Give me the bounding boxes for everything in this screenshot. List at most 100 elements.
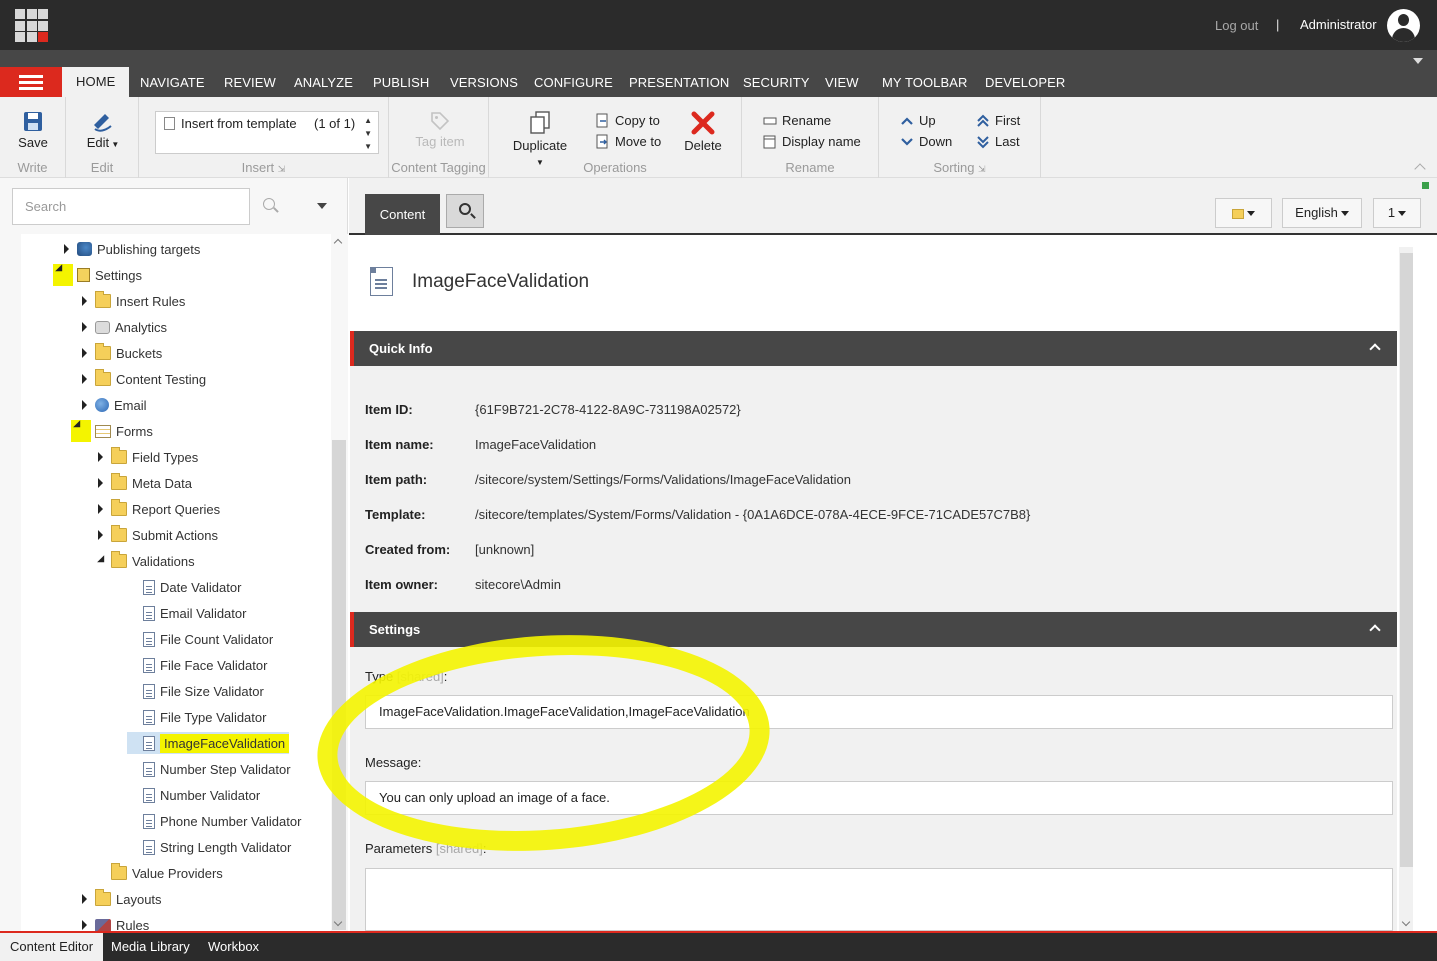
tree-node-label[interactable]: Rules — [116, 918, 149, 932]
tree-node-label[interactable]: Validations — [132, 554, 195, 569]
ribbon-toggle-icon[interactable] — [1413, 58, 1423, 64]
parameters-field-input[interactable] — [365, 868, 1393, 931]
copy-to-button[interactable]: Copy to — [596, 113, 660, 128]
tab-navigate[interactable]: NAVIGATE — [140, 74, 205, 97]
tree-node[interactable]: Phone Number Validator — [127, 810, 301, 832]
tree-node-label[interactable]: Value Providers — [132, 866, 223, 881]
tree-node[interactable]: Number Validator — [127, 784, 260, 806]
tree-node[interactable]: Content Testing — [79, 368, 206, 390]
tree-node-label[interactable]: Date Validator — [160, 580, 241, 595]
tree-node-label[interactable]: Meta Data — [132, 476, 192, 491]
tree-node-label[interactable]: Insert Rules — [116, 294, 185, 309]
collapse-ribbon-icon[interactable] — [1414, 163, 1426, 175]
save-button[interactable]: Save — [17, 111, 49, 150]
tree-node-label[interactable]: File Count Validator — [160, 632, 273, 647]
sort-up-button[interactable]: Up — [900, 113, 936, 128]
tree-node-label[interactable]: Phone Number Validator — [160, 814, 301, 829]
tree-node[interactable]: Analytics — [79, 316, 167, 338]
gutter-options-button[interactable] — [1215, 198, 1272, 228]
tree-node[interactable]: Report Queries — [95, 498, 220, 520]
scrollbar-thumb[interactable] — [1400, 253, 1413, 867]
tab-review[interactable]: REVIEW — [224, 74, 276, 97]
scrollbar-thumb[interactable] — [332, 440, 346, 930]
tree-node[interactable]: Buckets — [79, 342, 162, 364]
tree-node-label[interactable]: Email — [114, 398, 147, 413]
tree-node[interactable]: Insert Rules — [79, 290, 185, 312]
scroll-down-icon[interactable] — [1401, 917, 1411, 927]
tree-search-box[interactable] — [12, 188, 250, 225]
tree-node-label[interactable]: File Size Validator — [160, 684, 264, 699]
tree-node[interactable]: Value Providers — [95, 862, 223, 884]
tree-node-label[interactable]: Publishing targets — [97, 242, 200, 257]
tab-workbox[interactable]: Workbox — [198, 933, 269, 961]
tree-node[interactable]: Meta Data — [95, 472, 192, 494]
tree-node[interactable]: Email — [79, 394, 147, 416]
editor-search-button[interactable] — [446, 194, 484, 228]
search-icon[interactable] — [263, 198, 275, 210]
tree-node[interactable]: ImageFaceValidation — [127, 732, 290, 754]
expand-arrow-icon[interactable] — [79, 893, 91, 905]
tree-node-label[interactable]: Report Queries — [132, 502, 220, 517]
language-selector[interactable]: English — [1282, 198, 1362, 228]
avatar[interactable] — [1387, 9, 1420, 42]
tree-node[interactable]: Submit Actions — [95, 524, 218, 546]
tree-node-label[interactable]: File Type Validator — [160, 710, 266, 725]
tree-node-label[interactable]: Layouts — [116, 892, 162, 907]
message-field-input[interactable]: You can only upload an image of a face. — [365, 781, 1393, 815]
expand-arrow-icon[interactable] — [79, 295, 91, 307]
insert-from-template-option[interactable]: Insert from template — [181, 116, 297, 131]
tree-node[interactable]: Publishing targets — [61, 238, 200, 260]
version-selector[interactable]: 1 — [1373, 198, 1421, 228]
tab-publish[interactable]: PUBLISH — [373, 74, 429, 97]
tree-node[interactable]: Rules — [79, 914, 149, 931]
tree-node[interactable]: Field Types — [95, 446, 198, 468]
tree-node-label[interactable]: Number Validator — [160, 788, 260, 803]
tree-node-label[interactable]: Forms — [116, 424, 153, 439]
tab-view[interactable]: VIEW — [825, 74, 859, 97]
expand-arrow-icon[interactable] — [95, 503, 107, 515]
tab-my-toolbar[interactable]: MY TOOLBAR — [882, 74, 968, 97]
tree-node-label[interactable]: String Length Validator — [160, 840, 291, 855]
collapse-arrow-icon[interactable] — [71, 420, 91, 442]
search-options-dropdown-icon[interactable] — [317, 203, 327, 209]
chevron-up-icon[interactable] — [1369, 343, 1381, 355]
user-name[interactable]: Administrator — [1300, 17, 1377, 32]
tag-item-button[interactable]: Tag item — [415, 111, 465, 149]
expand-arrow-icon[interactable] — [79, 373, 91, 385]
quick-info-section-header[interactable]: Quick Info — [350, 331, 1397, 366]
scroll-up-icon[interactable] — [333, 238, 343, 248]
tab-presentation[interactable]: PRESENTATION — [629, 74, 729, 97]
sort-down-button[interactable]: Down — [900, 134, 952, 149]
tab-analyze[interactable]: ANALYZE — [294, 74, 353, 97]
tree-node[interactable]: String Length Validator — [127, 836, 291, 858]
tree-node-label[interactable]: Field Types — [132, 450, 198, 465]
tree-node[interactable]: Number Step Validator — [127, 758, 291, 780]
expand-arrow-icon[interactable] — [95, 529, 107, 541]
tree-node[interactable]: File Face Validator — [127, 654, 267, 676]
tab-versions[interactable]: VERSIONS — [450, 74, 518, 97]
template-link[interactable]: /sitecore/templates/System/Forms/Validat… — [475, 507, 1030, 522]
tree-node[interactable]: Layouts — [79, 888, 162, 910]
tab-developer[interactable]: DEVELOPER — [985, 74, 1065, 97]
expand-arrow-icon[interactable] — [95, 477, 107, 489]
editor-scrollbar[interactable] — [1399, 247, 1413, 931]
tab-home[interactable]: HOME — [62, 67, 130, 97]
tree-node-label[interactable]: Content Testing — [116, 372, 206, 387]
chevron-up-icon[interactable] — [1369, 624, 1381, 636]
edit-button[interactable]: Edit ▼ — [86, 111, 120, 150]
collapse-arrow-icon[interactable] — [95, 555, 107, 567]
launchpad-icon[interactable] — [15, 9, 48, 42]
tree-node[interactable]: Settings — [53, 264, 142, 286]
tree-node[interactable]: File Size Validator — [127, 680, 264, 702]
tree-node[interactable]: Date Validator — [127, 576, 241, 598]
tree-node-label[interactable]: Settings — [95, 268, 142, 283]
sort-first-button[interactable]: First — [976, 113, 1020, 128]
tree-node-label[interactable]: File Face Validator — [160, 658, 267, 673]
search-input[interactable] — [13, 189, 249, 224]
expand-arrow-icon[interactable] — [95, 451, 107, 463]
tab-configure[interactable]: CONFIGURE — [534, 74, 613, 97]
tree-node[interactable]: File Type Validator — [127, 706, 266, 728]
tree-node-label[interactable]: Number Step Validator — [160, 762, 291, 777]
tree-node[interactable]: File Count Validator — [127, 628, 273, 650]
move-to-button[interactable]: Move to — [596, 134, 661, 149]
